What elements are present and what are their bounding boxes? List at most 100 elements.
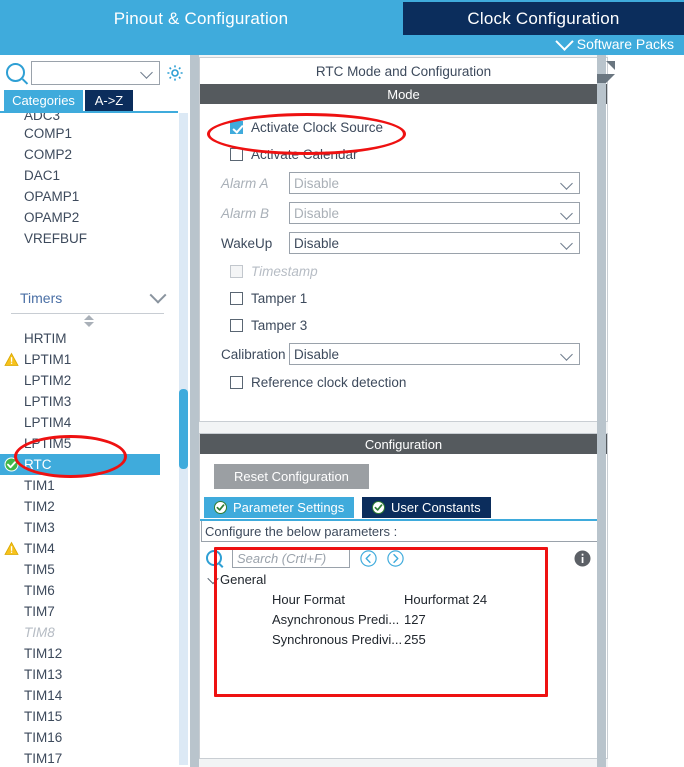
chevron-down-icon[interactable] <box>206 572 220 584</box>
tab-clock-configuration[interactable]: Clock Configuration <box>403 2 684 35</box>
main-content: RTC Mode and Configuration Mode Activate… <box>199 55 608 767</box>
tab-user-constants[interactable]: User Constants <box>362 497 491 518</box>
parameter-group-general[interactable]: General <box>206 570 607 589</box>
tree-item-label: TIM5 <box>24 562 55 577</box>
parameter-search-input[interactable]: Search (Crtl+F) <box>232 548 350 568</box>
sidebar-item-tim12[interactable]: TIM12 <box>0 643 178 664</box>
sidebar-tab-bar: Categories A->Z <box>0 90 190 112</box>
tree-item-label: COMP1 <box>24 126 73 141</box>
search-previous-icon[interactable] <box>360 549 377 567</box>
sidebar-item-tim1[interactable]: TIM1 <box>0 475 178 496</box>
sidebar-item-lptim2[interactable]: LPTIM2 <box>0 370 178 391</box>
rtc-mode-panel: RTC Mode and Configuration Mode Activate… <box>199 57 608 422</box>
timestamp-checkbox: Timestamp <box>200 258 607 285</box>
tree-item-label: ADC3 <box>24 113 61 123</box>
collapse-right-arrow-icon[interactable] <box>597 74 615 83</box>
sidebar-item-hrtim[interactable]: HRTIM <box>0 328 178 349</box>
sidebar-item-tim3[interactable]: TIM3 <box>0 517 178 538</box>
calibration-label: Calibration <box>221 346 286 362</box>
rtc-configuration-panel: Configuration Reset Configuration Parame… <box>199 433 608 759</box>
parameter-row-sync-predivider[interactable]: Synchronous Predivi... 255 <box>206 629 607 649</box>
info-icon[interactable] <box>574 550 591 567</box>
check-circle-icon <box>214 501 227 514</box>
parameter-value: 127 <box>404 611 426 627</box>
search-icon <box>206 550 222 566</box>
group-header-timers[interactable]: Timers <box>0 283 178 313</box>
search-icon <box>6 63 25 82</box>
tree-item-vrefbuf[interactable]: VREFBUF <box>0 228 178 249</box>
wakeup-select[interactable]: Disable <box>289 232 580 254</box>
tree-item-label: HRTIM <box>24 331 67 346</box>
reset-configuration-button[interactable]: Reset Configuration <box>214 464 369 489</box>
right-splitter[interactable] <box>597 55 615 767</box>
alarm-a-select[interactable]: Disable <box>289 172 580 194</box>
tab-pinout-configuration[interactable]: Pinout & Configuration <box>0 2 402 35</box>
tree-item-label: TIM6 <box>24 583 55 598</box>
tree-item-comp2[interactable]: COMP2 <box>0 144 178 165</box>
tree-item-label: DAC1 <box>24 168 61 183</box>
reference-clock-detection-checkbox[interactable]: Reference clock detection <box>200 369 607 396</box>
peripheral-tree: ADC3 COMP1 COMP2 DAC1 OPAMP1 OPAMP2 VREF… <box>0 113 178 767</box>
sidebar-item-tim2[interactable]: TIM2 <box>0 496 178 517</box>
calibration-value: Disable <box>294 346 340 362</box>
tree-item-label: TIM8 <box>24 625 55 640</box>
sidebar-scrollbar-thumb[interactable] <box>179 389 188 469</box>
tree-scroll-nub[interactable] <box>0 314 178 328</box>
checkbox-box <box>230 376 243 389</box>
tree-item-label: TIM2 <box>24 499 55 514</box>
tab-parameter-settings-label: Parameter Settings <box>233 500 345 515</box>
sidebar-item-tim16[interactable]: TIM16 <box>0 727 178 748</box>
tamper-1-checkbox[interactable]: Tamper 1 <box>200 285 607 312</box>
sidebar-item-tim15[interactable]: TIM15 <box>0 706 178 727</box>
tab-parameter-settings[interactable]: Parameter Settings <box>204 497 355 518</box>
sidebar-item-tim4[interactable]: TIM4 <box>0 538 178 559</box>
alarm-b-select[interactable]: Disable <box>289 202 580 224</box>
sidebar-item-tim6[interactable]: TIM6 <box>0 580 178 601</box>
sidebar-item-tim13[interactable]: TIM13 <box>0 664 178 685</box>
sidebar-item-tim8: TIM8 <box>0 622 178 643</box>
collapse-left-arrow-icon[interactable] <box>597 61 615 70</box>
parameter-row-hour-format[interactable]: Hour Format Hourformat 24 <box>206 589 607 609</box>
tree-item-label: LPTIM1 <box>24 352 72 367</box>
tree-item-label: TIM16 <box>24 730 63 745</box>
tab-a-to-z[interactable]: A->Z <box>85 90 133 111</box>
wakeup-value: Disable <box>294 235 340 251</box>
sidebar-search-input[interactable] <box>31 60 160 85</box>
sidebar-item-tim14[interactable]: TIM14 <box>0 685 178 706</box>
parameter-search-placeholder: Search (Crtl+F) <box>237 550 327 566</box>
chevron-down-icon <box>560 237 573 250</box>
tree-item-opamp1[interactable]: OPAMP1 <box>0 186 178 207</box>
parameter-row-async-predivider[interactable]: Asynchronous Predi... 127 <box>206 609 607 629</box>
sidebar-item-rtc[interactable]: RTC <box>0 454 160 475</box>
tree-item-label: TIM14 <box>24 688 63 703</box>
activate-calendar-checkbox[interactable]: Activate Calendar <box>200 141 607 168</box>
sidebar-item-lptim5[interactable]: LPTIM5 <box>0 433 178 454</box>
tab-clock-configuration-label: Clock Configuration <box>467 8 620 28</box>
left-splitter[interactable] <box>190 55 199 767</box>
calibration-select[interactable]: Disable <box>289 343 580 365</box>
tree-item-label: TIM13 <box>24 667 63 682</box>
search-next-icon[interactable] <box>387 549 404 567</box>
sidebar-item-tim17[interactable]: TIM17 <box>0 748 178 767</box>
tab-categories-label: Categories <box>12 93 75 108</box>
software-packs-menu[interactable]: Software Packs <box>555 31 674 54</box>
parameter-name: Asynchronous Predi... <box>272 611 400 627</box>
gear-icon[interactable] <box>166 64 184 82</box>
sidebar-item-lptim3[interactable]: LPTIM3 <box>0 391 178 412</box>
tree-item-adc3[interactable]: ADC3 <box>0 113 178 123</box>
activate-clock-source-checkbox[interactable]: Activate Clock Source <box>200 114 607 141</box>
tree-item-label: TIM7 <box>24 604 55 619</box>
tree-item-label: OPAMP1 <box>24 189 80 204</box>
sidebar-scrollbar[interactable] <box>179 113 188 765</box>
tree-item-comp1[interactable]: COMP1 <box>0 123 178 144</box>
tree-item-dac1[interactable]: DAC1 <box>0 165 178 186</box>
tree-item-opamp2[interactable]: OPAMP2 <box>0 207 178 228</box>
tab-categories[interactable]: Categories <box>4 90 83 111</box>
sidebar-item-tim7[interactable]: TIM7 <box>0 601 178 622</box>
sidebar-item-lptim1[interactable]: LPTIM1 <box>0 349 178 370</box>
parameter-group-label: General <box>220 572 267 587</box>
sidebar-item-lptim4[interactable]: LPTIM4 <box>0 412 178 433</box>
warning-icon <box>4 541 19 556</box>
tamper-3-checkbox[interactable]: Tamper 3 <box>200 312 607 339</box>
sidebar-item-tim5[interactable]: TIM5 <box>0 559 178 580</box>
